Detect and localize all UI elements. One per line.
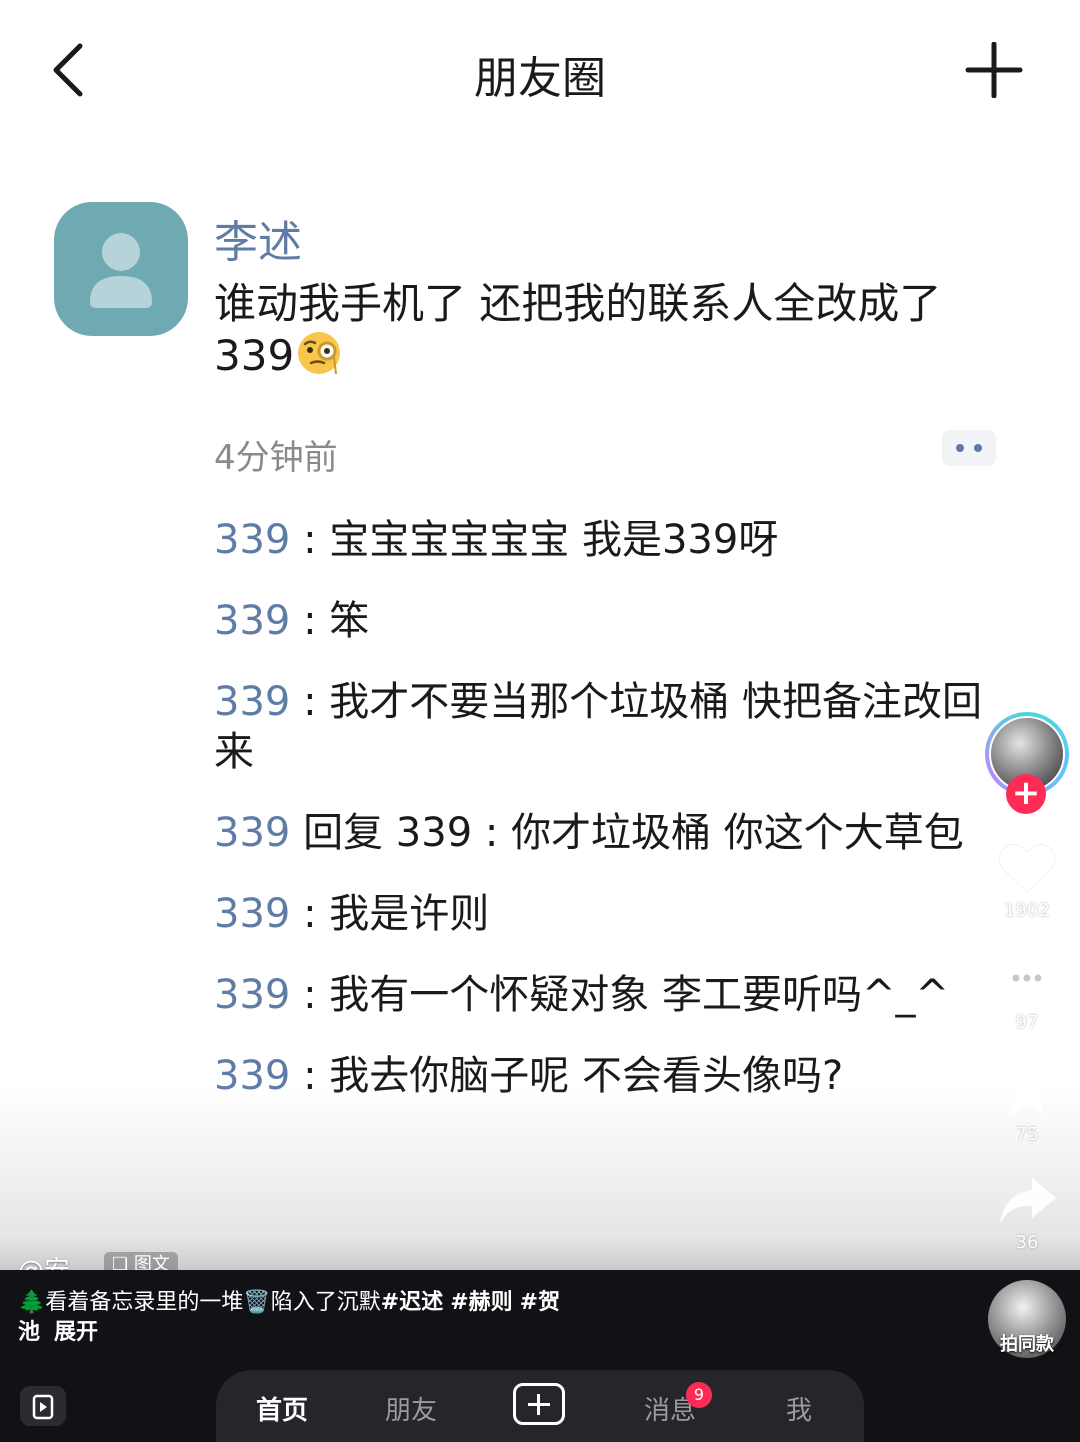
add-post-icon[interactable] [964, 42, 1024, 98]
comment-item[interactable]: 339 : 笨 [214, 596, 1004, 646]
commenter-name[interactable]: 339 [214, 810, 290, 856]
comment-item[interactable]: 339 : 我是许则 [214, 889, 1004, 939]
expand-caption-button[interactable]: 展开 [54, 1320, 98, 1345]
monocle-face-emoji-icon [298, 332, 341, 375]
mini-player-button[interactable] [20, 1386, 66, 1426]
comment-separator: : [290, 891, 330, 937]
comment-bubble-icon[interactable] [996, 952, 1058, 1008]
post-author-avatar[interactable] [54, 202, 188, 336]
comment-separator: : [472, 810, 512, 856]
commenter-name[interactable]: 339 [214, 679, 290, 725]
moments-header: 朋友圈 [0, 0, 1080, 140]
same-style-button[interactable]: 拍同款 [990, 1330, 1064, 1356]
comment-text: 笨 [329, 598, 370, 644]
comment-separator: : [290, 598, 330, 644]
comment-text: 我是许则 [329, 891, 490, 937]
nav-tab-friends[interactable]: 朋友 [385, 1390, 437, 1427]
comment-separator: : [290, 517, 330, 563]
comment-list: 339 : 宝宝宝宝宝宝 我是339呀 339 : 笨 339 : 我才不要当那… [214, 515, 1004, 1132]
dot-icon [974, 444, 982, 452]
follow-button[interactable]: + [1006, 774, 1046, 814]
messages-badge: 9 [686, 1382, 712, 1408]
like-comment-menu-button[interactable] [942, 430, 996, 466]
heart-icon[interactable] [996, 840, 1058, 896]
default-person-icon [90, 233, 152, 308]
commenter-name[interactable]: 339 [214, 891, 290, 937]
reply-label: 回复 [290, 810, 396, 856]
caption-text-line[interactable]: 池 展开 [18, 1318, 658, 1348]
favorite-count: 75 [1015, 1124, 1039, 1145]
dot-icon [956, 444, 964, 452]
comment-text: 宝宝宝宝宝宝 我是339呀 [329, 517, 779, 563]
share-arrow-icon[interactable] [996, 1174, 1058, 1230]
comment-separator: : [290, 972, 330, 1018]
comment-text: 我才不要当那个垃圾桶 快把备注改回来 [214, 679, 982, 775]
nav-tab-home[interactable]: 首页 [256, 1390, 308, 1427]
comment-item[interactable]: 339 : 宝宝宝宝宝宝 我是339呀 [214, 515, 1004, 565]
hashtag-continuation[interactable]: 池 [18, 1320, 40, 1345]
video-frame-icon [32, 1394, 54, 1420]
comment-item[interactable]: 339 : 我才不要当那个垃圾桶 快把备注改回来 [214, 677, 1004, 777]
page-title: 朋友圈 [474, 53, 606, 104]
comment-count: 97 [1015, 1012, 1039, 1033]
post-text: 谁动我手机了 还把我的联系人全改成了339 [214, 278, 1014, 382]
commenter-name[interactable]: 339 [214, 972, 290, 1018]
commenter-name[interactable]: 339 [214, 517, 290, 563]
hashtag[interactable]: #赫则 [450, 1290, 512, 1315]
post-author-name[interactable]: 李述 [214, 206, 302, 270]
comment-item[interactable]: 339 回复 339 : 你才垃圾桶 你这个大草包 [214, 808, 1004, 858]
reply-to-name[interactable]: 339 [396, 810, 472, 856]
caption-text: 🌲看着备忘录里的一堆🗑️陷入了沉默 [18, 1290, 381, 1315]
like-count: 1902 [1004, 900, 1050, 921]
share-count: 36 [1015, 1232, 1039, 1253]
comment-text: 我有一个怀疑对象 李工要听吗^_^ [329, 972, 950, 1018]
commenter-name[interactable]: 339 [214, 598, 290, 644]
caption-text-line[interactable]: 🌲看着备忘录里的一堆🗑️陷入了沉默#迟述 #赫则 #贺 [18, 1288, 658, 1318]
hashtag[interactable]: #迟述 [381, 1290, 443, 1315]
post-timestamp: 4分钟前 [214, 438, 338, 478]
create-post-button[interactable] [513, 1383, 565, 1425]
nav-tab-me[interactable]: 我 [786, 1390, 812, 1427]
bottom-gradient-overlay [0, 1085, 1080, 1275]
comment-separator: : [290, 679, 330, 725]
hashtag[interactable]: #贺 [520, 1290, 560, 1315]
comment-text: 你才垃圾桶 你这个大草包 [511, 810, 964, 856]
star-favorite-icon[interactable] [996, 1062, 1058, 1118]
comment-item[interactable]: 339 : 我有一个怀疑对象 李工要听吗^_^ [214, 970, 1004, 1020]
